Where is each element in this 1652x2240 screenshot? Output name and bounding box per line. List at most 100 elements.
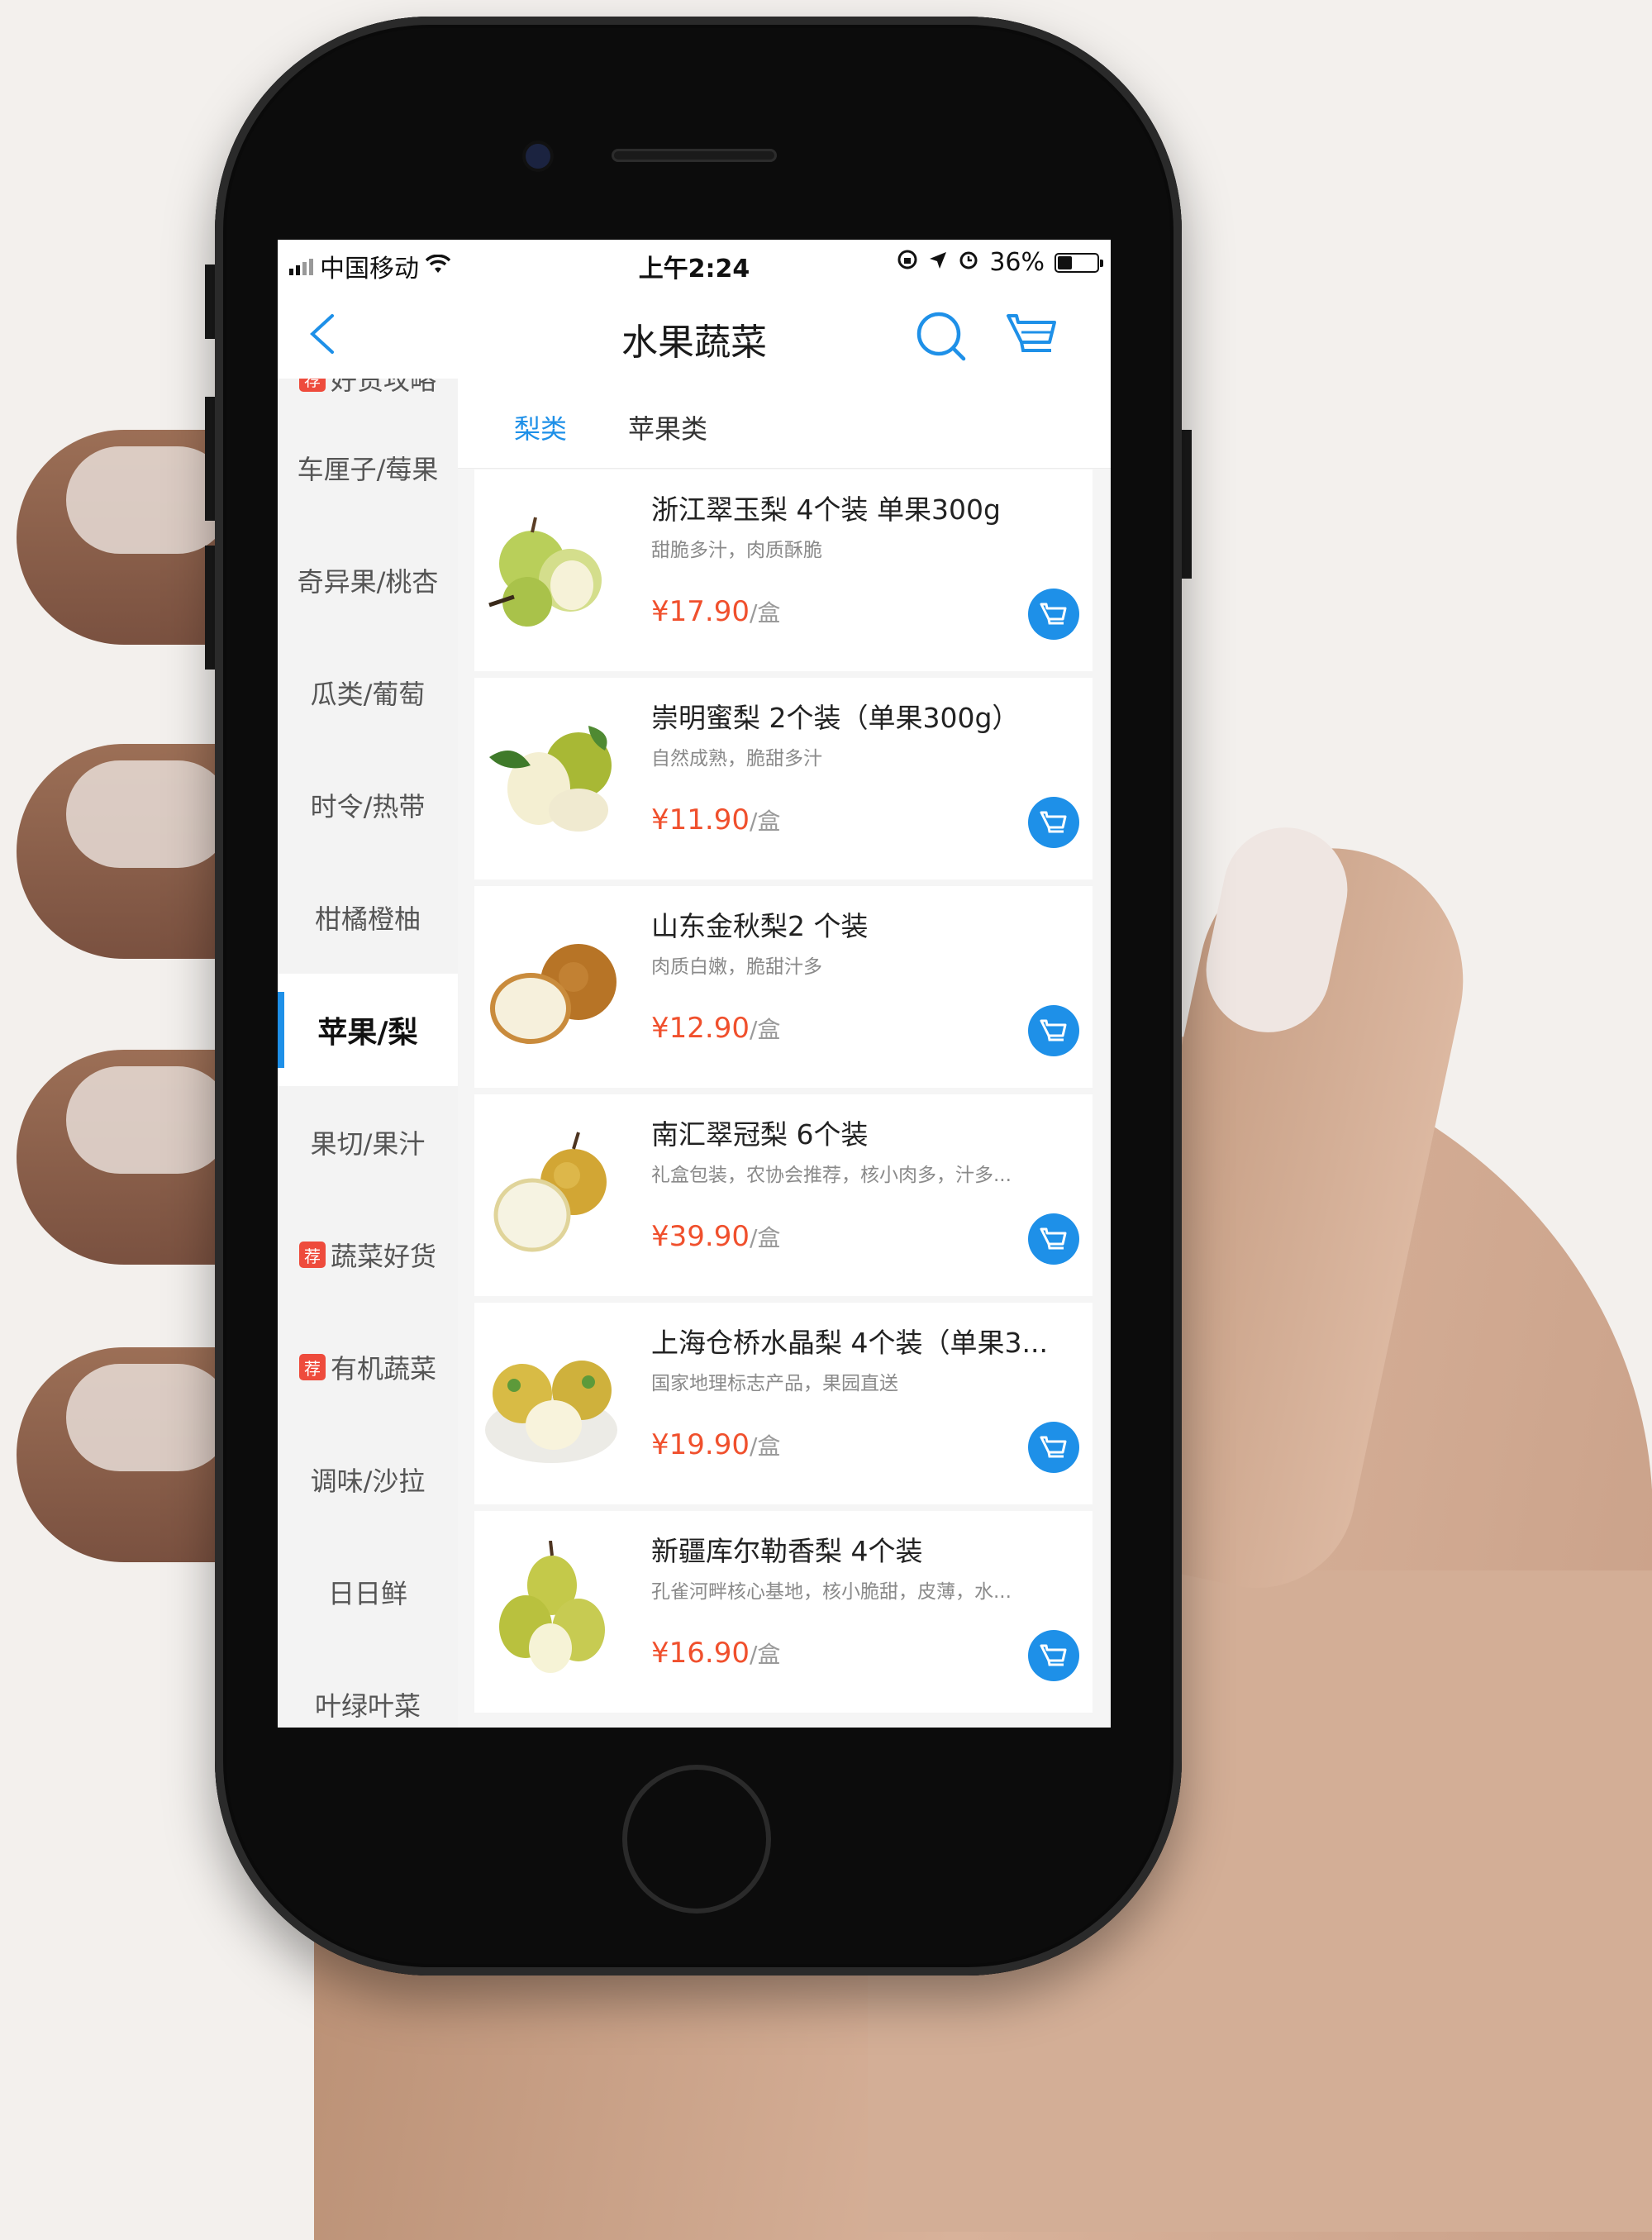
sidebar-item-citrus[interactable]: 柑橘橙柚 bbox=[278, 861, 458, 974]
price-unit: /盒 bbox=[749, 1016, 781, 1043]
product-name: 崇明蜜梨 2个装（单果300g） bbox=[651, 702, 1020, 734]
sidebar-item-label: 时令/热带 bbox=[310, 791, 426, 822]
recommend-badge: 荐 bbox=[298, 379, 326, 392]
price-unit: /盒 bbox=[749, 808, 781, 835]
product-card[interactable]: 上海仓桥水晶梨 4个装（单果3... 国家地理标志产品，果园直送 ¥19.90/… bbox=[474, 1303, 1093, 1504]
subcategory-tabs: 梨类 苹果类 bbox=[458, 379, 1111, 469]
home-button[interactable] bbox=[622, 1765, 771, 1914]
price-unit: /盒 bbox=[749, 1641, 781, 1668]
tab-pears[interactable]: 梨类 bbox=[514, 408, 567, 446]
sidebar-item-label: 蔬菜好货 bbox=[330, 1241, 436, 1272]
recommend-badge: 荐 bbox=[298, 1354, 326, 1380]
sidebar-item-leafy[interactable]: 叶绿叶菜 bbox=[278, 1648, 458, 1728]
sidebar-item-apple-pear[interactable]: 苹果/梨 bbox=[278, 974, 458, 1086]
sidebar-item-seasonal[interactable]: 时令/热带 bbox=[278, 749, 458, 861]
price-value: ¥12.90 bbox=[651, 1012, 750, 1045]
product-image bbox=[481, 499, 621, 640]
product-desc: 孔雀河畔核心基地，核小脆甜，皮薄，水... bbox=[651, 1581, 1012, 1603]
tab-apples[interactable]: 苹果类 bbox=[628, 408, 707, 446]
sidebar-item-daily-fresh[interactable]: 日日鲜 bbox=[278, 1536, 458, 1648]
product-image bbox=[481, 916, 621, 1056]
product-card[interactable]: 新疆库尔勒香梨 4个装 孔雀河畔核心基地，核小脆甜，皮薄，水... ¥16.90… bbox=[474, 1511, 1093, 1713]
location-icon bbox=[928, 248, 948, 277]
product-desc: 自然成熟，脆甜多汁 bbox=[651, 748, 822, 770]
page-title: 水果蔬菜 bbox=[621, 322, 767, 364]
add-to-cart-button[interactable] bbox=[1028, 1422, 1079, 1473]
app-screen: 中国移动 上午2:24 36% 水果蔬菜 荐 好货攻略 车厘子/莓果 奇异果/桃… bbox=[278, 240, 1111, 1728]
product-price: ¥17.90/盒 bbox=[651, 595, 780, 628]
finger-nail bbox=[66, 1066, 231, 1174]
sidebar-item-label: 叶绿叶菜 bbox=[314, 1690, 421, 1722]
product-list: 浙江翠玉梨 4个装 单果300g 甜脆多汁，肉质酥脆 ¥17.90/盒 崇明蜜梨… bbox=[458, 469, 1111, 1728]
product-card[interactable]: 南汇翠冠梨 6个装 礼盒包装，农协会推荐，核小肉多，汁多... ¥39.90/盒 bbox=[474, 1094, 1093, 1296]
price-value: ¥39.90 bbox=[651, 1220, 750, 1253]
price-unit: /盒 bbox=[749, 599, 781, 627]
status-bar: 中国移动 上午2:24 36% bbox=[278, 240, 1111, 289]
add-to-cart-button[interactable] bbox=[1028, 1005, 1079, 1056]
product-name: 山东金秋梨2 个装 bbox=[651, 910, 869, 942]
sidebar-item-label: 调味/沙拉 bbox=[310, 1466, 426, 1497]
sidebar-item-vegetables[interactable]: 荐蔬菜好货 bbox=[278, 1199, 458, 1311]
cart-icon bbox=[1040, 1436, 1067, 1458]
add-to-cart-button[interactable] bbox=[1028, 589, 1079, 640]
product-price: ¥16.90/盒 bbox=[651, 1637, 780, 1670]
sidebar-item-label: 车厘子/莓果 bbox=[297, 454, 439, 485]
sidebar-item-label: 柑橘橙柚 bbox=[314, 903, 421, 935]
product-price: ¥12.90/盒 bbox=[651, 1012, 780, 1045]
search-icon bbox=[916, 312, 966, 361]
sidebar-item-seasoning[interactable]: 调味/沙拉 bbox=[278, 1423, 458, 1536]
sidebar-item-label: 奇异果/桃杏 bbox=[297, 566, 439, 598]
sidebar-item-label: 有机蔬菜 bbox=[330, 1353, 436, 1385]
sidebar-item-label: 果切/果汁 bbox=[310, 1128, 426, 1160]
price-value: ¥16.90 bbox=[651, 1637, 750, 1670]
price-unit: /盒 bbox=[749, 1224, 781, 1251]
cart-button[interactable] bbox=[1003, 309, 1061, 364]
battery-percent: 36% bbox=[989, 248, 1045, 277]
cart-icon bbox=[1040, 811, 1067, 833]
cart-icon bbox=[1040, 1227, 1067, 1250]
add-to-cart-button[interactable] bbox=[1028, 1630, 1079, 1681]
product-card[interactable]: 崇明蜜梨 2个装（单果300g） 自然成熟，脆甜多汁 ¥11.90/盒 bbox=[474, 678, 1093, 879]
price-value: ¥19.90 bbox=[651, 1428, 750, 1461]
product-price: ¥39.90/盒 bbox=[651, 1220, 780, 1253]
finger-nail bbox=[66, 1364, 231, 1471]
alarm-icon bbox=[958, 248, 979, 277]
sidebar-item-melon[interactable]: 瓜类/葡萄 bbox=[278, 636, 458, 749]
sidebar-item-label: 瓜类/葡萄 bbox=[310, 679, 426, 710]
product-card[interactable]: 山东金秋梨2 个装 肉质白嫩，脆甜汁多 ¥12.90/盒 bbox=[474, 886, 1093, 1088]
cart-icon bbox=[1007, 314, 1056, 352]
front-camera bbox=[526, 144, 550, 169]
recommend-badge: 荐 bbox=[298, 1242, 326, 1268]
sidebar-item-cherries[interactable]: 车厘子/莓果 bbox=[278, 412, 458, 524]
category-sidebar: 荐好货攻略 车厘子/莓果 奇异果/桃杏 瓜类/葡萄 时令/热带 柑橘橙柚 苹果/… bbox=[278, 379, 458, 1728]
product-name: 浙江翠玉梨 4个装 单果300g bbox=[651, 493, 1001, 526]
price-value: ¥11.90 bbox=[651, 803, 750, 836]
product-desc: 甜脆多汁，肉质酥脆 bbox=[651, 540, 822, 561]
earpiece-speaker bbox=[612, 149, 777, 162]
rotation-lock-icon bbox=[897, 248, 918, 277]
finger-nail bbox=[66, 760, 231, 868]
sidebar-item-label: 日日鲜 bbox=[327, 1578, 407, 1609]
cart-icon bbox=[1040, 1644, 1067, 1666]
product-desc: 肉质白嫩，脆甜汁多 bbox=[651, 956, 822, 978]
sidebar-item-organic[interactable]: 荐有机蔬菜 bbox=[278, 1311, 458, 1423]
sidebar-item-label: 好货攻略 bbox=[330, 379, 436, 396]
sidebar-item-kiwi[interactable]: 奇异果/桃杏 bbox=[278, 524, 458, 636]
product-desc: 礼盒包装，农协会推荐，核小肉多，汁多... bbox=[651, 1165, 1012, 1186]
product-price: ¥11.90/盒 bbox=[651, 803, 780, 836]
sidebar-item-cut-fruit[interactable]: 果切/果汁 bbox=[278, 1086, 458, 1199]
cart-icon bbox=[1040, 603, 1067, 625]
product-name: 上海仓桥水晶梨 4个装（单果3... bbox=[651, 1327, 1048, 1359]
product-card[interactable]: 浙江翠玉梨 4个装 单果300g 甜脆多汁，肉质酥脆 ¥17.90/盒 bbox=[474, 469, 1093, 671]
product-image bbox=[481, 1540, 621, 1681]
cart-icon bbox=[1040, 1019, 1067, 1041]
product-image bbox=[481, 1124, 621, 1265]
sidebar-item-label: 苹果/梨 bbox=[317, 1016, 418, 1050]
product-image bbox=[481, 1332, 621, 1473]
battery-icon bbox=[1055, 252, 1103, 273]
add-to-cart-button[interactable] bbox=[1028, 797, 1079, 848]
search-button[interactable] bbox=[914, 309, 969, 364]
add-to-cart-button[interactable] bbox=[1028, 1213, 1079, 1265]
nav-bar: 水果蔬菜 bbox=[278, 289, 1111, 379]
product-desc: 国家地理标志产品，果园直送 bbox=[651, 1373, 898, 1394]
